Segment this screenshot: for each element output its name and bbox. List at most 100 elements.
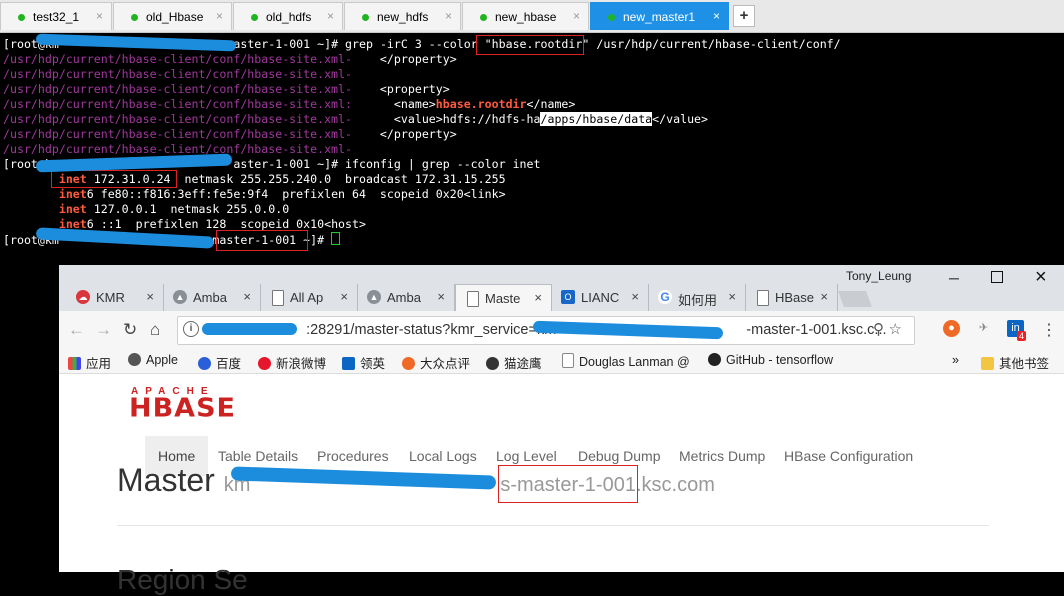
bookmark-tripadvisor[interactable]: 猫途鹰 — [486, 353, 542, 372]
browser-tab-hbase[interactable]: HBase × — [746, 284, 838, 311]
cursor-icon — [331, 232, 341, 245]
ambari-icon: ▲ — [367, 290, 381, 304]
status-dot-icon — [362, 14, 369, 21]
page-icon — [467, 291, 479, 307]
terminal-line: /usr/hdp/current/hbase-client/conf/hbase… — [3, 97, 576, 111]
redaction-scribble — [202, 323, 297, 335]
browser-tab-ambari[interactable]: ▲ Amba × — [164, 284, 261, 311]
bookmark-apple[interactable]: Apple — [128, 353, 178, 367]
close-icon[interactable]: × — [728, 289, 736, 304]
extension-plane-icon[interactable]: ✈ — [975, 320, 992, 337]
weibo-icon — [258, 357, 271, 370]
page-icon — [562, 353, 574, 368]
apps-grid-icon — [68, 357, 81, 370]
address-toolbar: ← → ↻ ⌂ i 1:28291/master-status?kmr_serv… — [59, 311, 1064, 349]
browser-tab-google[interactable]: G 如何用 × — [649, 284, 746, 311]
terminal-tab-old-hbase[interactable]: old_Hbase × — [113, 2, 232, 30]
section-heading: Region Se — [117, 564, 248, 595]
logo-hbase[interactable]: HBASE — [129, 394, 236, 423]
page-icon — [757, 290, 769, 306]
bookmark-weibo[interactable]: 新浪微博 — [258, 353, 326, 372]
terminal-line: inet6 fe80::f816:3eff:fe5e:9f4 prefixlen… — [58, 187, 506, 201]
extension-icon[interactable]: ● — [943, 320, 960, 337]
browser-tab-master-status[interactable]: Maste × — [455, 284, 552, 311]
terminal-line: inet 127.0.0.1 netmask 255.0.0.0 — [58, 202, 290, 216]
bookmarks-bar: 应用 Apple 百度 新浪微博 领英 大众点评 猫途鹰 Douglas Lan… — [59, 349, 1064, 374]
folder-icon — [981, 357, 994, 370]
bookmark-other[interactable]: 其他书签 — [981, 353, 1049, 372]
back-arrow-icon[interactable]: ← — [68, 320, 85, 340]
status-dot-icon — [131, 14, 138, 21]
cloud-icon: ☁ — [76, 290, 90, 304]
terminal-tab-test32-1[interactable]: test32_1 × — [0, 2, 112, 30]
page-icon — [272, 290, 284, 306]
terminal-line: /usr/hdp/current/hbase-client/conf/hbase… — [3, 127, 457, 141]
highlight-box — [498, 465, 638, 503]
close-icon[interactable]: × — [713, 9, 720, 23]
browser-tab-all-apps[interactable]: All Ap × — [261, 284, 358, 311]
bookmark-linkedin[interactable]: 领英 — [342, 353, 385, 372]
status-dot-icon — [480, 14, 487, 21]
terminal-line: /usr/hdp/current/hbase-client/conf/hbase… — [3, 82, 450, 96]
ambari-icon: ▲ — [173, 290, 187, 304]
maximize-icon[interactable] — [991, 271, 1003, 283]
status-dot-icon — [18, 14, 25, 21]
status-dot-icon — [608, 14, 615, 21]
linkedin-icon — [342, 357, 355, 370]
close-icon[interactable]: × — [573, 9, 580, 23]
terminal-output[interactable]: [root@km master-1-001 ~]# grep -irC 3 --… — [0, 33, 1064, 272]
close-icon[interactable]: × — [445, 9, 452, 23]
zoom-icon[interactable]: ⚲ — [873, 320, 884, 338]
new-tab-button[interactable] — [838, 291, 872, 307]
profile-name[interactable]: Tony_Leung — [846, 269, 911, 283]
tripadvisor-icon — [486, 357, 499, 370]
close-icon[interactable]: × — [243, 289, 251, 304]
terminal-tab-old-hdfs[interactable]: old_hdfs × — [233, 2, 343, 30]
close-icon[interactable]: × — [216, 9, 223, 23]
close-icon[interactable]: × — [327, 9, 334, 23]
terminal-tab-bar: test32_1 × old_Hbase × old_hdfs × new_hdfs ×… — [0, 0, 1064, 33]
browser-tab-ambari-2[interactable]: ▲ Amba × — [358, 284, 455, 311]
bookmark-dianping[interactable]: 大众点评 — [402, 353, 470, 372]
close-icon[interactable]: × — [340, 289, 348, 304]
address-bar[interactable]: i 1:28291/master-status?kmr_service=km-m… — [177, 316, 915, 345]
close-icon[interactable]: × — [631, 289, 639, 304]
divider — [117, 525, 989, 526]
info-icon: i — [183, 321, 199, 337]
google-icon: G — [658, 290, 672, 304]
close-icon[interactable]: × — [146, 289, 154, 304]
github-icon — [708, 353, 721, 366]
baidu-icon — [198, 357, 211, 370]
bookmark-baidu[interactable]: 百度 — [198, 353, 241, 372]
terminal-tab-new-hdfs[interactable]: new_hdfs × — [344, 2, 461, 30]
browser-tab-liance[interactable]: O LIANC × — [552, 284, 649, 311]
notification-badge: 4 — [1017, 331, 1027, 341]
highlight-box — [216, 230, 308, 251]
terminal-line: /usr/hdp/current/hbase-client/conf/hbase… — [3, 67, 353, 81]
forward-arrow-icon[interactable]: → — [95, 320, 112, 340]
highlight-box — [476, 35, 584, 55]
terminal-line: /usr/hdp/current/hbase-client/conf/hbase… — [3, 52, 457, 66]
browser-tab-kmr[interactable]: ☁ KMR × — [67, 284, 164, 311]
browser-window: Tony_Leung ─ × ☁ KMR × ▲ Amba × All Ap × ▲ Amb… — [59, 265, 1064, 595]
bookmark-github[interactable]: GitHub - tensorflow — [708, 353, 833, 367]
close-icon[interactable]: × — [437, 289, 445, 304]
close-icon[interactable]: × — [534, 290, 542, 305]
close-icon[interactable]: × — [820, 289, 828, 304]
close-icon[interactable]: × — [96, 9, 103, 23]
terminal-tab-new-hbase[interactable]: new_hbase × — [462, 2, 589, 30]
home-icon[interactable]: ⌂ — [150, 320, 160, 340]
menu-dots-icon[interactable]: ⋮ — [1041, 320, 1057, 340]
reload-icon[interactable]: ↻ — [123, 320, 137, 340]
terminal-tab-new-master1[interactable]: new_master1 × — [590, 2, 729, 30]
bookmark-douglas-lanman[interactable]: Douglas Lanman @ — [562, 353, 690, 369]
window-close-icon[interactable]: × — [1035, 266, 1047, 289]
highlight-box — [51, 170, 177, 188]
apple-icon — [128, 353, 141, 366]
new-tab-plus-icon[interactable]: + — [733, 5, 755, 27]
bookmarks-more[interactable]: » — [952, 353, 959, 367]
nav-hbase-configuration[interactable]: HBase Configuration — [784, 436, 913, 476]
minimize-icon[interactable]: ─ — [949, 270, 959, 286]
bookmark-star-icon[interactable]: ☆ — [889, 320, 902, 338]
bookmark-apps[interactable]: 应用 — [68, 353, 111, 372]
